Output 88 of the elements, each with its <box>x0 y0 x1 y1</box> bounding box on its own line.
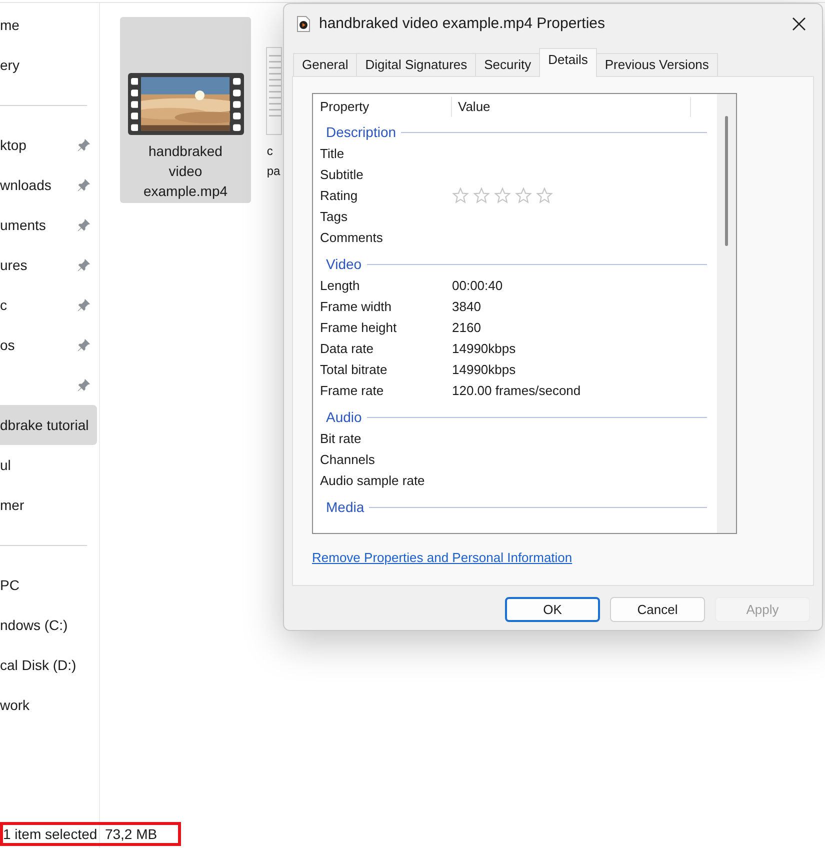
property-name: Rating <box>319 186 359 205</box>
property-value: 2160 <box>452 318 481 337</box>
sidebar-item[interactable]: ndows (C:) <box>0 605 97 645</box>
file-name: handbraked <box>148 142 222 161</box>
pin-icon <box>77 298 91 312</box>
sidebar-item[interactable]: ery <box>0 45 97 85</box>
section-heading: Audio <box>326 408 362 426</box>
tab[interactable]: Previous Versions <box>596 53 718 77</box>
pin-icon <box>77 378 91 392</box>
star-icon[interactable] <box>473 187 490 204</box>
status-text: 1 item selected 73,2 MB <box>0 822 181 846</box>
sidebar-label: wnloads <box>0 176 52 194</box>
property-name: Data rate <box>319 340 374 358</box>
sidebar-label: PC <box>0 576 20 594</box>
property-value: 14990kbps <box>452 340 516 358</box>
sidebar-label: work <box>0 696 30 714</box>
sidebar-item[interactable]: ktop <box>0 125 97 165</box>
file-name: example.mp4 <box>143 182 228 201</box>
star-icon[interactable] <box>452 187 469 204</box>
tab[interactable]: Details <box>539 48 597 77</box>
window-title: handbraked video example.mp4 Properties <box>319 14 606 34</box>
property-name: Channels <box>319 450 376 469</box>
column-header[interactable]: Property <box>313 97 452 117</box>
tab[interactable]: General <box>293 53 358 77</box>
property-name: Length <box>319 276 361 295</box>
sidebar-label: ul <box>0 456 11 474</box>
sidebar-label: mer <box>0 496 24 514</box>
sidebar-label: ures <box>0 256 28 274</box>
property-name: Bit rate <box>319 430 362 448</box>
column-header[interactable]: Value <box>452 97 691 117</box>
remove-properties-link[interactable]: Remove Properties and Personal Information <box>312 548 572 568</box>
sidebar-item[interactable]: PC <box>0 565 97 605</box>
property-name: Audio sample rate <box>319 472 426 490</box>
sidebar-item[interactable]: mer <box>0 485 97 525</box>
dialog-button[interactable]: Cancel <box>610 597 705 622</box>
star-icon[interactable] <box>494 187 511 204</box>
file-item[interactable]: c pa <box>266 17 281 203</box>
sidebar-label: me <box>0 16 20 34</box>
sidebar-item[interactable]: work <box>0 685 97 725</box>
sidebar-item[interactable]: ul <box>0 445 97 485</box>
sidebar-item[interactable]: c <box>0 285 97 325</box>
sidebar-item[interactable]: uments <box>0 205 97 245</box>
sidebar-label: os <box>0 336 15 354</box>
sprocket-holes-drawing <box>130 76 138 132</box>
property-name: Subtitle <box>319 166 364 184</box>
sidebar-label: dbrake tutorial <box>0 416 89 434</box>
pin-icon <box>77 178 91 192</box>
sidebar-item[interactable]: cal Disk (D:) <box>0 645 97 685</box>
property-name: Comments <box>319 228 384 247</box>
property-name: Tags <box>319 208 348 226</box>
section-heading: Media <box>326 498 364 516</box>
close-icon[interactable] <box>792 17 806 31</box>
pin-icon <box>77 338 91 352</box>
sprocket-holes-drawing <box>232 76 240 132</box>
sidebar-label: c <box>0 296 7 314</box>
star-icon[interactable] <box>536 187 553 204</box>
file-item[interactable]: handbraked video example.mp4 <box>120 17 251 203</box>
scrollbar[interactable] <box>717 94 736 533</box>
property-value: 14990kbps <box>452 360 516 379</box>
sidebar-item[interactable]: dbrake tutorial <box>0 405 97 445</box>
property-name: Title <box>319 144 346 163</box>
sidebar-label: uments <box>0 216 46 234</box>
sidebar-label: cal Disk (D:) <box>0 656 76 675</box>
star-icon[interactable] <box>515 187 532 204</box>
section-heading: Description <box>326 122 396 142</box>
file-name: video <box>168 162 202 181</box>
property-name: Frame rate <box>319 382 385 400</box>
section-heading: Video <box>326 254 362 274</box>
property-value: 3840 <box>452 298 481 316</box>
property-name: Frame width <box>319 298 393 316</box>
property-name: Total bitrate <box>319 360 388 379</box>
pin-icon <box>77 258 91 272</box>
pin-icon <box>77 218 91 232</box>
sidebar-item[interactable]: wnloads <box>0 165 97 205</box>
sidebar-label: ktop <box>0 136 26 155</box>
pin-icon <box>77 138 91 152</box>
video-file-icon <box>297 16 310 32</box>
sidebar-label: ndows (C:) <box>0 616 68 635</box>
sidebar-item[interactable]: os <box>0 325 97 365</box>
dialog-button[interactable]: OK <box>505 597 600 622</box>
sidebar-item[interactable]: ures <box>0 245 97 285</box>
property-name: Frame height <box>319 318 398 337</box>
file-name: pa <box>266 163 280 180</box>
property-value: 00:00:40 <box>452 276 503 295</box>
file-name: c <box>266 143 273 160</box>
sidebar-item[interactable]: me <box>0 5 97 45</box>
sidebar-label: ery <box>0 56 20 75</box>
property-value: 120.00 frames/second <box>452 382 581 400</box>
